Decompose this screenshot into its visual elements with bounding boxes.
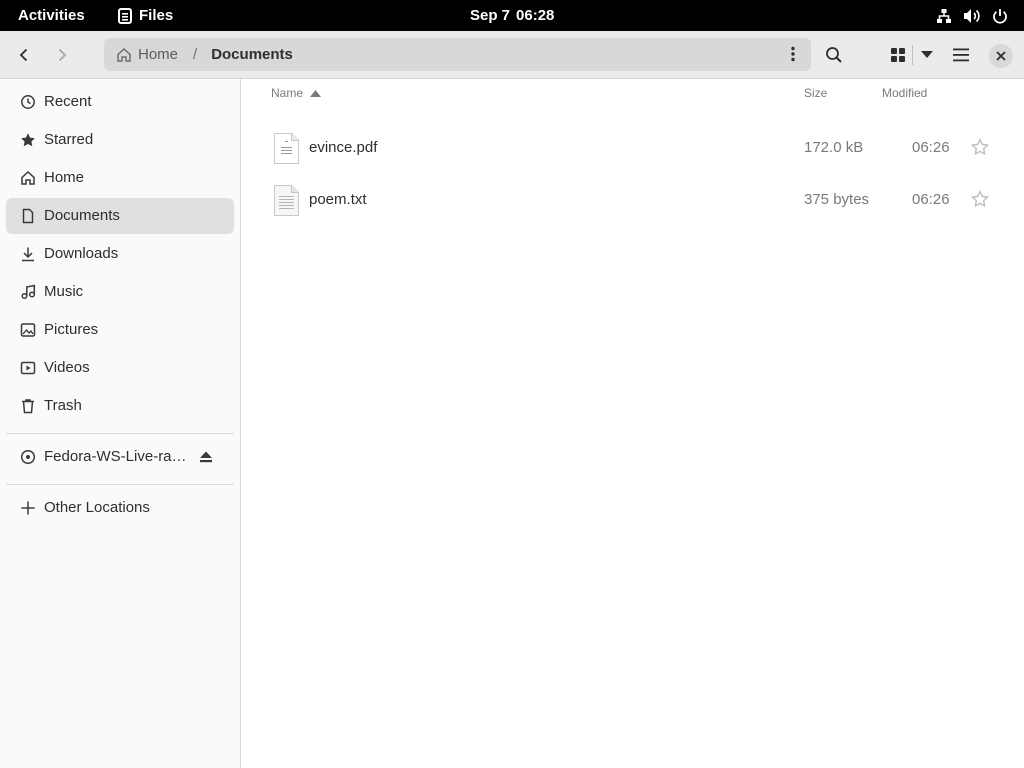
search-button[interactable] [818, 39, 850, 71]
grid-icon [891, 48, 905, 62]
close-window-button[interactable] [989, 44, 1013, 68]
sidebar-item-trash[interactable]: Trash [6, 388, 234, 424]
header-bar: Home / Documents [0, 31, 1024, 79]
document-icon [20, 208, 36, 224]
column-header-size[interactable]: Size [804, 86, 827, 100]
file-modified: 06:26 [912, 191, 950, 208]
file-size: 172.0 kB [804, 139, 864, 156]
back-button[interactable] [8, 39, 40, 71]
app-menu[interactable]: Files [118, 7, 173, 24]
sidebar-item-label: Documents [44, 207, 120, 224]
sidebar-item-label: Fedora-WS-Live-ra… [44, 448, 187, 465]
breadcrumb-current[interactable]: Documents [211, 46, 293, 63]
file-name: poem.txt [309, 191, 367, 208]
star-icon [20, 132, 36, 148]
music-icon [20, 284, 36, 300]
sidebar-item-label: Recent [44, 93, 92, 110]
video-icon [20, 360, 36, 376]
file-name: evince.pdf [309, 139, 378, 156]
file-modified: 06:26 [912, 139, 950, 156]
activities-button[interactable]: Activities [18, 7, 85, 24]
clock[interactable]: Sep 7 06:28 [470, 7, 554, 24]
sidebar: Recent Starred Home Documents Downloads … [0, 79, 241, 768]
sidebar-divider [6, 484, 234, 485]
clock-icon [20, 94, 36, 110]
network-icon [935, 7, 953, 25]
search-icon [826, 47, 842, 63]
home-icon [20, 170, 36, 186]
sidebar-item-drive[interactable]: Fedora-WS-Live-ra… [6, 439, 234, 475]
path-bar[interactable]: Home / Documents [104, 38, 811, 71]
column-header-label: Size [804, 86, 828, 100]
vertical-ellipsis-icon [791, 46, 795, 62]
download-icon [20, 246, 36, 262]
sidebar-item-label: Other Locations [44, 499, 150, 516]
trash-icon [20, 398, 36, 414]
sidebar-item-videos[interactable]: Videos [6, 350, 234, 386]
power-icon [991, 7, 1009, 25]
main-menu-button[interactable] [945, 39, 977, 71]
sidebar-item-label: Trash [44, 397, 82, 414]
text-file-icon [274, 185, 299, 216]
volume-icon [963, 7, 981, 25]
sidebar-item-label: Videos [44, 359, 90, 376]
breadcrumb-separator: / [193, 46, 198, 63]
app-name: Files [139, 7, 174, 24]
file-list-view: Name Size Modified evince.pdf 172.0 kB 0… [241, 79, 1024, 768]
sidebar-item-recent[interactable]: Recent [6, 84, 234, 120]
sidebar-item-other-locations[interactable]: Other Locations [6, 490, 234, 526]
eject-icon[interactable] [198, 449, 214, 465]
sidebar-item-home[interactable]: Home [6, 160, 234, 196]
forward-button[interactable] [46, 39, 78, 71]
sidebar-item-label: Downloads [44, 245, 119, 262]
gnome-top-bar: Activities Files Sep 7 06:28 [0, 0, 1024, 31]
sidebar-item-label: Pictures [44, 321, 99, 338]
view-toggle-group [884, 39, 942, 71]
files-app-icon [118, 7, 132, 24]
view-options-button[interactable] [913, 39, 941, 71]
chevron-right-icon [58, 48, 67, 62]
sidebar-divider [6, 433, 234, 434]
sort-ascending-icon [310, 89, 322, 97]
clock-date: Sep 7 [470, 7, 511, 24]
column-header-modified[interactable]: Modified [882, 86, 927, 100]
path-menu-button[interactable] [783, 44, 803, 64]
sidebar-item-music[interactable]: Music [6, 274, 234, 310]
grid-view-button[interactable] [884, 39, 912, 71]
pdf-file-icon [274, 133, 299, 164]
plus-icon [20, 500, 36, 516]
caret-down-icon [921, 51, 933, 58]
column-header-label: Name [271, 86, 304, 100]
column-header-label: Modified [882, 86, 928, 100]
sidebar-item-downloads[interactable]: Downloads [6, 236, 234, 272]
sidebar-item-label: Home [44, 169, 85, 186]
close-icon [996, 51, 1006, 61]
sidebar-item-label: Starred [44, 131, 94, 148]
clock-time: 06:28 [516, 7, 555, 24]
star-toggle-icon[interactable] [970, 189, 990, 209]
system-tray[interactable] [935, 7, 1009, 25]
breadcrumb-home[interactable]: Home [116, 46, 178, 63]
sidebar-item-documents[interactable]: Documents [6, 198, 234, 234]
sidebar-item-label: Music [44, 283, 84, 300]
picture-icon [20, 322, 36, 338]
column-header-name[interactable]: Name [271, 86, 322, 100]
hamburger-icon [953, 48, 969, 62]
star-toggle-icon[interactable] [970, 137, 990, 157]
breadcrumb-home-label: Home [138, 46, 179, 63]
chevron-left-icon [19, 48, 28, 62]
disc-icon [20, 449, 36, 465]
file-row[interactable]: poem.txt 375 bytes 06:26 [241, 172, 1024, 224]
file-row[interactable]: evince.pdf 172.0 kB 06:26 [241, 120, 1024, 172]
sidebar-item-pictures[interactable]: Pictures [6, 312, 234, 348]
file-size: 375 bytes [804, 191, 870, 208]
sidebar-item-starred[interactable]: Starred [6, 122, 234, 158]
home-icon [117, 47, 131, 62]
